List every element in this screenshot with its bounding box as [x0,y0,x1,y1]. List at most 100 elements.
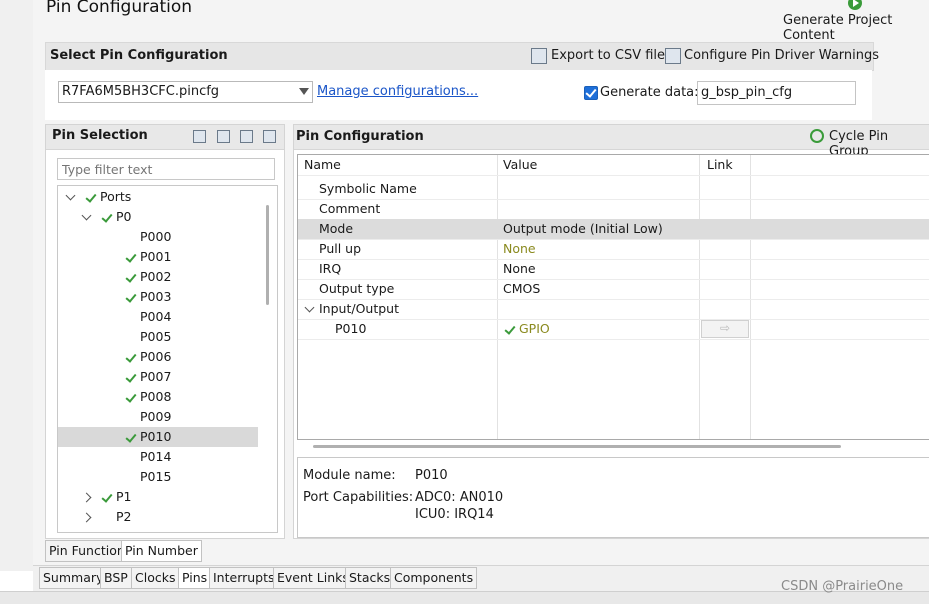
pin-view-tab[interactable]: Pin Function [45,540,129,562]
watermark: CSDN @PrairieOne [781,579,904,594]
table-hscrollbar[interactable] [313,445,841,448]
chevron-down-icon[interactable] [304,302,315,313]
chevron-down-icon[interactable] [81,210,92,221]
chevron-down-icon[interactable] [65,190,76,201]
editor-tab[interactable]: BSP [100,567,132,589]
check-icon [125,391,137,403]
check-icon [125,351,137,363]
pin-config-table: Name Value Link Symbolic Name Comment Mode Out… [297,154,929,440]
port-capability-icu: ICU0: IRQ14 [415,507,494,522]
tree-item[interactable]: P2 [58,507,258,527]
editor-tab[interactable]: Pins [178,567,212,589]
tree-item-label: P007 [140,369,172,384]
tree-item[interactable]: P000 [58,227,258,247]
tree-item[interactable]: P014 [58,447,258,467]
row-value[interactable]: GPIO [519,319,550,339]
editor-tab[interactable]: Interrupts [209,567,279,589]
tree-item-label: P0 [116,209,132,224]
table-row[interactable]: Pull up None [298,239,929,260]
tree-item[interactable]: P0 [58,207,258,227]
pin-selection-title: Pin Selection [52,128,148,143]
filter-input[interactable] [57,158,275,180]
row-value[interactable]: CMOS [503,279,540,299]
tree-item-label: P008 [140,389,172,404]
tree-item-label: Ports [100,189,132,204]
table-row[interactable]: Comment [298,199,929,220]
check-icon [125,291,137,303]
chevron-right-icon[interactable] [81,492,92,503]
tree-item[interactable]: P001 [58,247,258,267]
table-row[interactable]: Mode Output mode (Initial Low) [298,219,929,240]
table-row[interactable]: IRQ None [298,259,929,280]
link-arrow-button[interactable]: ⇨ [701,320,749,338]
tree-item[interactable]: P003 [58,287,258,307]
table-row[interactable]: Input/Output [298,299,929,320]
cycle-icon[interactable] [810,129,824,143]
tree-item[interactable]: P005 [58,327,258,347]
pin-tree[interactable]: Ports P0 P000 P001 P002 P003 P004 P005 P006 P007 P… [57,185,278,533]
tree-item[interactable]: P008 [58,387,258,407]
table-row[interactable]: P010 GPIO [298,319,929,340]
config-select-value: R7FA6M5BH3CFC.pincfg [62,84,220,99]
generate-data-value: g_bsp_pin_cfg [701,85,793,100]
tree-item-label: P002 [140,269,172,284]
tree-item[interactable]: P002 [58,267,258,287]
tree-item-label: P006 [140,349,172,364]
chevron-right-icon[interactable] [81,512,92,523]
export-csv-button[interactable]: Export to CSV file [551,48,665,63]
tree-item-label: P000 [140,229,172,244]
check-icon [101,211,113,223]
tree-item[interactable]: P004 [58,307,258,327]
editor-tab[interactable]: Stacks [345,567,395,589]
pin-view-tab[interactable]: Pin Number [121,540,202,562]
pin-configuration-title: Pin Configuration [296,129,424,144]
generate-data-checkbox[interactable] [584,86,598,100]
generate-data-label: Generate data: [600,85,699,100]
tree-item-label: P1 [116,489,132,504]
check-icon [125,251,137,263]
row-name: Comment [319,201,381,216]
tree-scrollbar[interactable] [266,205,269,305]
check-icon [125,431,137,443]
editor-tab[interactable]: Summary [39,567,108,589]
configure-warnings-icon[interactable] [665,48,681,64]
generate-project-content-button[interactable]: Generate Project Content [783,13,929,43]
row-value[interactable]: None [503,259,536,279]
tree-item[interactable]: P015 [58,467,258,487]
port-capabilities-label: Port Capabilities: [303,490,414,505]
row-name: P010 [335,321,367,336]
port-capability-adc: ADC0: AN010 [415,490,504,505]
row-value[interactable]: Output mode (Initial Low) [503,219,663,239]
row-name: Pull up [319,241,362,256]
table-row[interactable]: Symbolic Name [298,179,929,200]
tree-item[interactable]: P009 [58,407,258,427]
row-name: Mode [319,221,354,236]
editor-tab[interactable]: Event Links [273,567,353,589]
column-header[interactable]: Name [304,155,341,175]
row-value[interactable]: None [503,239,536,259]
select-pin-config-title: Select Pin Configuration [50,48,228,63]
tree-item[interactable]: P010 [58,427,258,447]
tree-item[interactable]: Ports [58,187,258,207]
tree-item[interactable]: P1 [58,487,258,507]
tree-item[interactable]: P006 [58,347,258,367]
tree-item-label: P010 [140,429,172,444]
left-editor-strip [0,0,34,603]
list-view-icon[interactable] [193,130,206,143]
chevron-down-icon[interactable] [299,88,309,95]
editor-tab[interactable]: Clocks [131,567,180,589]
export-csv-icon[interactable] [531,48,547,64]
column-header[interactable]: Link [707,155,733,175]
collapse-all-icon[interactable] [240,130,253,143]
tree-item-label: P003 [140,289,172,304]
configure-warnings-button[interactable]: Configure Pin Driver Warnings [684,48,879,63]
manage-configurations-link[interactable]: Manage configurations... [317,84,478,99]
table-row[interactable]: Output type CMOS [298,279,929,300]
tree-item-label: P2 [116,509,132,524]
tree-item[interactable]: P007 [58,367,258,387]
module-name-value: P010 [415,468,448,483]
sort-az-icon[interactable] [263,130,276,143]
column-header[interactable]: Value [503,155,537,175]
expand-all-icon[interactable] [217,130,230,143]
editor-tab[interactable]: Components [390,567,478,589]
